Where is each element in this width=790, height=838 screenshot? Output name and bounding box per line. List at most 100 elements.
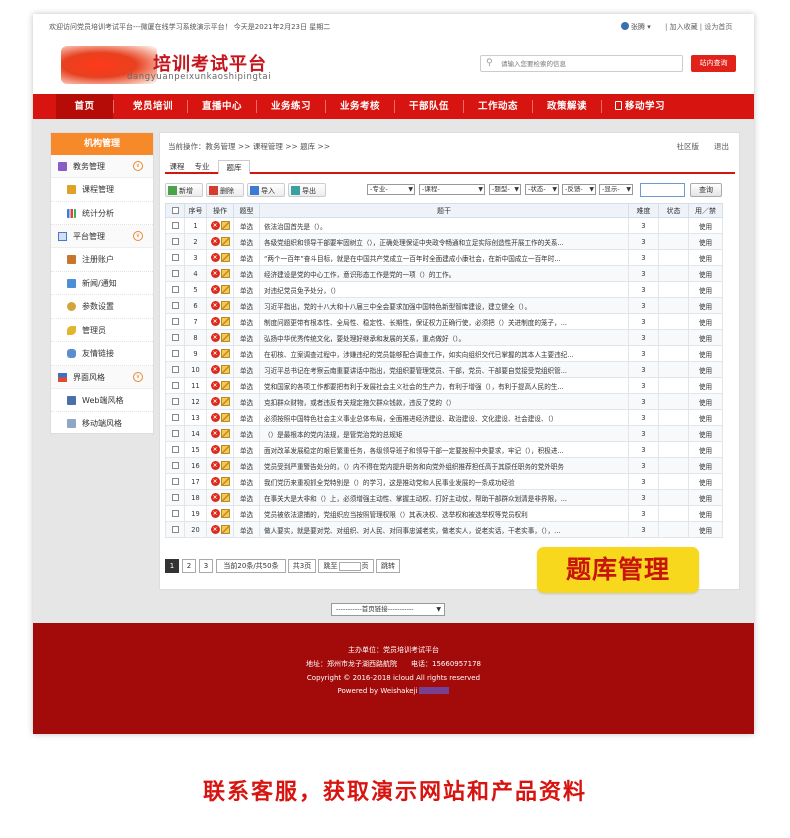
row-checkbox[interactable] [171, 222, 179, 229]
query-button[interactable]: 查询 [690, 183, 722, 197]
delete-icon[interactable]: × [210, 445, 220, 454]
delete-icon[interactable]: × [210, 285, 220, 294]
row-select[interactable] [165, 361, 185, 378]
row-use-toggle[interactable]: 使用 [688, 249, 723, 266]
delete-button[interactable]: 删除 [206, 183, 244, 197]
row-checkbox[interactable] [171, 302, 179, 309]
tab-course[interactable]: 课程 [167, 160, 187, 174]
edit-icon[interactable] [220, 477, 230, 486]
row-select[interactable] [165, 297, 185, 314]
sidebar-item-accounts[interactable]: 注册账户 [51, 248, 153, 272]
row-use-toggle[interactable]: 使用 [688, 217, 723, 234]
delete-icon[interactable]: × [210, 221, 220, 230]
keyword-input[interactable] [640, 183, 685, 197]
nav-news[interactable]: 工作动态 [466, 94, 530, 119]
nav-mobile[interactable]: 移动学习 [604, 94, 676, 119]
sidebar-item-web-theme[interactable]: Web端风格 [51, 389, 153, 412]
row-stem[interactable]: 习近平指出，党的十八大和十八届三中全会要求加强中国特色新型智库建设，建立健全（）… [259, 297, 629, 314]
edit-icon[interactable] [220, 429, 230, 438]
row-select[interactable] [165, 233, 185, 250]
edit-icon[interactable] [220, 301, 230, 310]
page-jump-input[interactable] [338, 561, 361, 571]
delete-icon[interactable]: × [210, 237, 220, 246]
delete-icon[interactable]: × [210, 413, 220, 422]
row-stem[interactable]: 党和国家的各项工作都要把有利于发展社会主义社会的生产力，有利于增强（），有利于提… [259, 377, 629, 394]
nav-training[interactable]: 党员培训 [121, 94, 185, 119]
edit-icon[interactable] [220, 525, 230, 534]
row-use-toggle[interactable]: 使用 [688, 457, 723, 474]
row-stem[interactable]: 党员被依法逮捕的，党组织应当按照管理权限（）其表决权、选举权和被选举权等党员权利 [259, 505, 629, 522]
row-select[interactable] [165, 441, 185, 458]
row-stem[interactable]: 克扣群众财物，或者违反有关规定拖欠群众钱款，违反了党的（） [259, 393, 629, 410]
row-stem[interactable]: 做人要实，就是要对党、对组织、对人民、对同事忠诚老实，做老实人，说老实话，干老实… [259, 521, 629, 538]
row-checkbox[interactable] [171, 526, 179, 533]
delete-icon[interactable]: × [210, 509, 220, 518]
row-select[interactable] [165, 457, 185, 474]
row-select[interactable] [165, 505, 185, 522]
row-stem[interactable]: 弘扬中华优秀传统文化，要处理好继承和发展的关系，重点做好（）。 [259, 329, 629, 346]
row-select[interactable] [165, 217, 185, 234]
logout-link[interactable]: 退出 [714, 142, 729, 151]
row-checkbox[interactable] [171, 430, 179, 437]
select-all-checkbox[interactable] [171, 207, 179, 214]
sidebar-item-course[interactable]: 课程管理 [51, 178, 153, 202]
row-use-toggle[interactable]: 使用 [688, 377, 723, 394]
row-use-toggle[interactable]: 使用 [688, 265, 723, 282]
add-button[interactable]: 新增 [165, 183, 203, 197]
import-button[interactable]: 导入 [247, 183, 285, 197]
edit-icon[interactable] [220, 285, 230, 294]
delete-icon[interactable]: × [210, 429, 220, 438]
row-use-toggle[interactable]: 使用 [688, 473, 723, 490]
row-select[interactable] [165, 409, 185, 426]
edit-icon[interactable] [220, 221, 230, 230]
quick-links-select[interactable]: -----------首页链接----------- ▼ [331, 603, 445, 616]
row-select[interactable] [165, 521, 185, 538]
search-input[interactable] [501, 58, 679, 69]
row-use-toggle[interactable]: 使用 [688, 521, 723, 538]
export-button[interactable]: 导出 [288, 183, 326, 197]
row-select[interactable] [165, 489, 185, 506]
row-checkbox[interactable] [171, 286, 179, 293]
row-stem[interactable]: 在初核、立案调查过程中，涉嫌违纪的党员能够配合调查工作，如实向组织交代已掌握的其… [259, 345, 629, 362]
sidebar-item-mobile-theme[interactable]: 移动端风格 [51, 412, 153, 436]
row-stem[interactable]: 经济建设是党的中心工作，意识形态工作是党的一项（）的工作。 [259, 265, 629, 282]
row-select[interactable] [165, 377, 185, 394]
filter-display[interactable]: -显示- ▼ [599, 184, 633, 195]
row-checkbox[interactable] [171, 318, 179, 325]
select-all-column[interactable] [165, 203, 185, 218]
sidebar-item-links[interactable]: 友情链接 [51, 342, 153, 366]
row-use-toggle[interactable]: 使用 [688, 409, 723, 426]
row-use-toggle[interactable]: 使用 [688, 361, 723, 378]
edit-icon[interactable] [220, 461, 230, 470]
edit-icon[interactable] [220, 269, 230, 278]
row-use-toggle[interactable]: 使用 [688, 281, 723, 298]
row-use-toggle[interactable]: 使用 [688, 393, 723, 410]
row-select[interactable] [165, 281, 185, 298]
edit-icon[interactable] [220, 365, 230, 374]
filter-status[interactable]: -状态- ▼ [525, 184, 559, 195]
community-link[interactable]: 社区版 [677, 142, 700, 151]
row-select[interactable] [165, 329, 185, 346]
contact-cta[interactable]: 联系客服，获取演示网站和产品资料 [0, 774, 790, 806]
row-stem[interactable]: 制度问题更带有根本性、全局性、稳定性、长期性，保证权力正确行使，必须把（）关进制… [259, 313, 629, 330]
page-go-button[interactable]: 跳转 [376, 559, 400, 573]
row-checkbox[interactable] [171, 350, 179, 357]
row-checkbox[interactable] [171, 462, 179, 469]
row-stem[interactable]: 面对改革发展稳定的艰巨繁重任务，各级领导班子和领导干部一定要按照中央要求，牢记（… [259, 441, 629, 458]
row-stem[interactable]: 对违纪党员免予处分，（） [259, 281, 629, 298]
row-select[interactable] [165, 425, 185, 442]
delete-icon[interactable]: × [210, 333, 220, 342]
sidebar-item-settings[interactable]: 参数设置 [51, 295, 153, 319]
row-use-toggle[interactable]: 使用 [688, 345, 723, 362]
filter-major[interactable]: -专业- ▼ [367, 184, 415, 195]
user-menu[interactable]: 张腾 ▾ [621, 22, 651, 32]
row-checkbox[interactable] [171, 270, 179, 277]
row-select[interactable] [165, 313, 185, 330]
row-stem[interactable]: 党员受到严重警告处分的，（）内不得在党内提升职务和向党外组织推荐担任高于其原任职… [259, 457, 629, 474]
delete-icon[interactable]: × [210, 301, 220, 310]
row-checkbox[interactable] [171, 382, 179, 389]
row-stem[interactable]: 必须按照中国特色社会主义事业总体布局，全面推进经济建设、政治建设、文化建设、社会… [259, 409, 629, 426]
row-select[interactable] [165, 265, 185, 282]
nav-practice[interactable]: 业务练习 [259, 94, 323, 119]
tab-major[interactable]: 专业 [191, 160, 213, 174]
